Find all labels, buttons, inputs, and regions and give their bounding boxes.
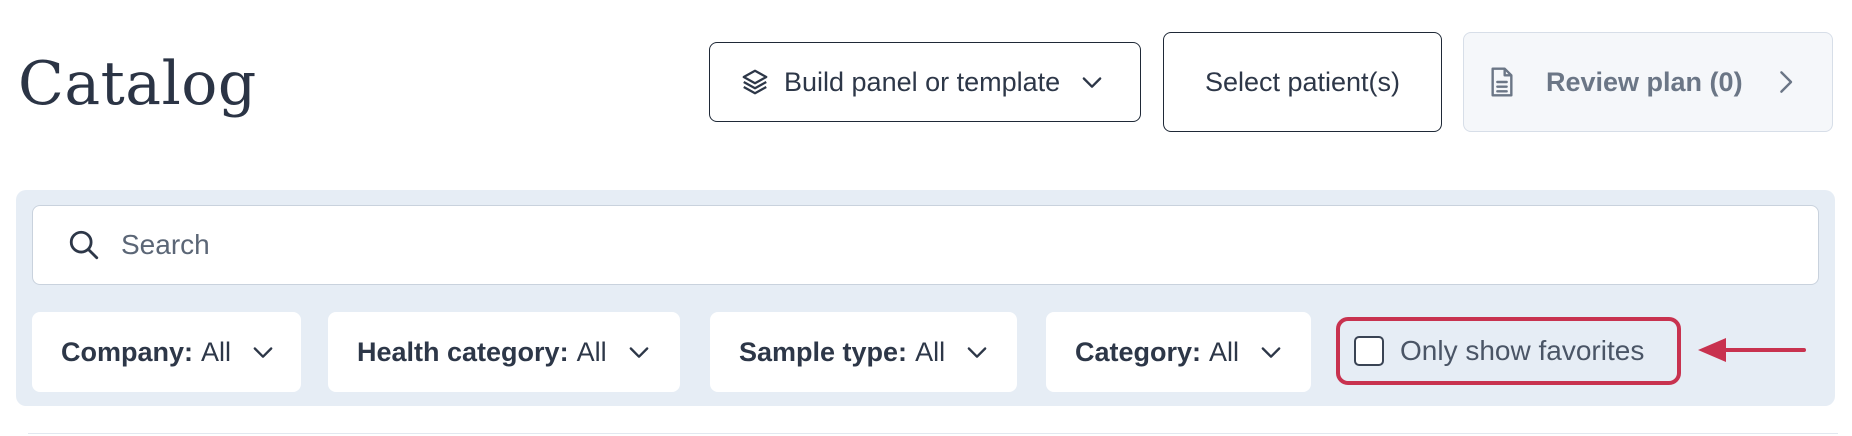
favorites-checkbox[interactable] [1354,336,1384,366]
chevron-right-icon [1779,71,1792,93]
health-category-filter-value: All [576,336,607,367]
chevron-down-icon [629,347,648,358]
health-category-filter-label: Health category: [357,336,569,367]
search-input[interactable] [119,228,1818,262]
review-plan-label: Review plan (0) [1546,66,1743,97]
chevron-down-icon [1082,77,1102,88]
favorites-highlight: Only show favorites [1336,317,1681,385]
build-panel-label: Build panel or template [784,66,1061,97]
company-filter[interactable]: Company: All [32,312,301,392]
category-filter-label: Category: [1075,336,1202,367]
filter-panel: Company: All Health category: All Sample… [16,190,1835,406]
page-title: Catalog [18,49,257,119]
select-patients-button[interactable]: Select patient(s) [1163,32,1442,132]
category-filter[interactable]: Category: All [1046,312,1311,392]
review-plan-button[interactable]: Review plan (0) [1463,32,1833,132]
company-filter-label: Company: [61,336,194,367]
sample-type-filter-label: Sample type: [739,336,908,367]
chevron-down-icon [967,347,987,358]
search-box[interactable] [32,205,1819,285]
chevron-down-icon [1261,347,1281,358]
build-panel-button[interactable]: Build panel or template [709,42,1141,122]
divider [28,433,1838,434]
health-category-filter[interactable]: Health category: All [328,312,680,392]
select-patients-label: Select patient(s) [1204,66,1401,97]
document-icon [1491,67,1513,97]
sample-type-filter[interactable]: Sample type: All [710,312,1017,392]
chevron-down-icon [253,347,273,358]
layers-icon [742,69,768,95]
search-icon [69,230,99,260]
favorites-label[interactable]: Only show favorites [1400,335,1644,367]
company-filter-value: All [201,336,232,367]
arrow-left-icon [1698,338,1806,362]
category-filter-value: All [1209,336,1240,367]
sample-type-filter-value: All [915,336,946,367]
